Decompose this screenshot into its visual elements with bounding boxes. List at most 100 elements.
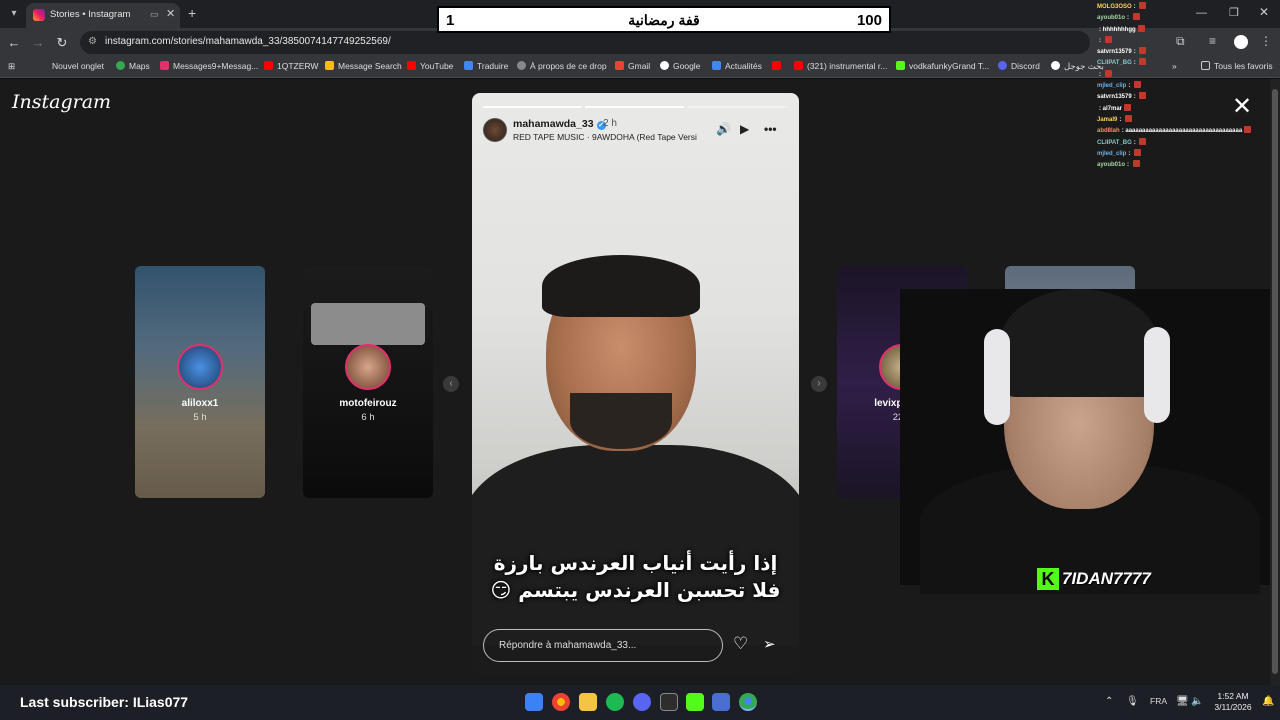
- story-username: mahamawda_33: [513, 118, 594, 130]
- chat-username: abd8lah: [1097, 128, 1120, 135]
- next-story-arrow-icon[interactable]: ›: [811, 376, 827, 392]
- language-indicator[interactable]: FRA: [1150, 696, 1167, 706]
- bookmark-item[interactable]: Traduire: [464, 61, 508, 71]
- chat-message: satvrn13579:: [1097, 47, 1267, 58]
- chrome-active-icon[interactable]: [739, 693, 757, 711]
- kick-app-icon[interactable]: [686, 693, 704, 711]
- like-heart-icon[interactable]: ♡: [733, 634, 748, 654]
- bookmark-item[interactable]: Google: [660, 61, 700, 71]
- file-explorer-icon[interactable]: [579, 693, 597, 711]
- story-preview-motofeirouz[interactable]: motofeirouz 6 h: [303, 266, 433, 498]
- counter-target: 100: [856, 12, 882, 29]
- site-info-icon[interactable]: ⚙: [88, 36, 97, 47]
- url-text: instagram.com/stories/mahamawda_33/38500…: [105, 36, 391, 47]
- chrome-icon[interactable]: [552, 693, 570, 711]
- bookmark-item[interactable]: بحث جوجل: [1051, 61, 1104, 72]
- chat-badge-icon: [1139, 92, 1147, 100]
- story-preview-aliloxx1[interactable]: aliloxx1 5 h: [135, 266, 265, 498]
- active-story[interactable]: mahamawda_33 ✓ 2 h RED TAPE MUSIC · 9AWDO…: [472, 93, 799, 675]
- translate-icon: [464, 61, 473, 70]
- obs-icon[interactable]: [660, 693, 678, 711]
- bookmark-label: Traduire: [477, 61, 509, 71]
- spotify-icon[interactable]: [606, 693, 624, 711]
- scrollbar-thumb[interactable]: [1272, 89, 1278, 674]
- bookmark-item[interactable]: À propos de ce drop: [517, 61, 607, 71]
- chat-message: MOLG3OSO:: [1097, 2, 1267, 13]
- story-posted-time: 2 h: [603, 118, 617, 129]
- taskbar-clock[interactable]: 1:52 AM 3/11/2026: [1208, 691, 1258, 713]
- back-icon[interactable]: ←: [5, 34, 23, 52]
- network-icon[interactable]: 🖥: [1176, 696, 1189, 707]
- tab-search-icon[interactable]: ▾: [6, 6, 22, 22]
- chat-username: MOLG3OSO: [1097, 4, 1132, 10]
- chat-username: satvrn13579: [1097, 94, 1132, 101]
- forward-icon[interactable]: →: [29, 34, 47, 52]
- chat-badge-icon: [1137, 24, 1145, 32]
- story-time: 6 h: [361, 412, 375, 423]
- chat-message: CLIIPAT_BG:: [1097, 58, 1267, 69]
- kick-icon: [896, 61, 905, 70]
- chat-text: al7mar: [1102, 105, 1123, 112]
- reply-input[interactable]: Répondre à mahamawda_33...: [483, 629, 723, 662]
- bookmark-item[interactable]: Nouvel onglet: [52, 61, 104, 71]
- windows-taskbar: Last subscriber: ILias077 ⌃ 🎙 FRA 🖥 🔈 1:…: [0, 685, 1280, 720]
- chat-badge-icon: [1124, 103, 1132, 111]
- app-icon[interactable]: [712, 693, 730, 711]
- more-options-icon[interactable]: •••: [764, 122, 777, 136]
- new-tab-icon[interactable]: +: [188, 5, 196, 21]
- clock-date: 3/11/2026: [1214, 702, 1252, 712]
- bookmark-item[interactable]: Messages9+Messag...: [160, 61, 258, 71]
- gmail-icon: [615, 61, 624, 70]
- send-icon[interactable]: ➢: [763, 635, 776, 653]
- chat-message: abd8lah: aaaaaaaaaaaaaaaaaaaaaaaaaaaaaaa…: [1097, 126, 1267, 137]
- chat-username: Jamal9: [1097, 116, 1118, 123]
- previous-story-arrow-icon[interactable]: ‹: [443, 376, 459, 392]
- chat-badge-icon: [1132, 13, 1140, 21]
- bookmark-item[interactable]: Maps: [116, 61, 150, 71]
- bookmark-label: vodkafunkyGrand T...: [909, 61, 990, 71]
- chat-badge-icon: [1134, 148, 1142, 156]
- bookmark-item[interactable]: Discord: [998, 61, 1040, 71]
- url-omnibox[interactable]: ⚙ instagram.com/stories/mahamawda_33/385…: [80, 31, 1090, 54]
- chat-message: mjled_clip:: [1097, 81, 1267, 92]
- bookmark-label: Gmail: [628, 61, 651, 71]
- story-author[interactable]: mahamawda_33 ✓: [513, 118, 606, 130]
- mute-icon[interactable]: 🔊: [716, 122, 731, 136]
- story-caption-line2: فلا تحسبن العرندس يبتسم 😏: [490, 578, 781, 602]
- chat-badge-icon: [1139, 137, 1147, 145]
- bookmark-item[interactable]: [772, 61, 785, 71]
- microphone-icon[interactable]: 🎙: [1126, 696, 1139, 707]
- bookmark-item[interactable]: Actualités: [712, 61, 762, 71]
- bookmark-item[interactable]: Gmail: [615, 61, 650, 71]
- chat-message: : al7mar: [1097, 103, 1267, 115]
- chat-text: aaaaaaaaaaaaaaaaaaaaaaaaaaaaaaaaaaa: [1125, 128, 1243, 135]
- discord-icon: [998, 61, 1007, 70]
- story-author-avatar[interactable]: [483, 118, 507, 142]
- page-scrollbar[interactable]: [1270, 79, 1280, 685]
- photo-beard: [570, 393, 672, 449]
- clock-time: 1:52 AM: [1217, 691, 1249, 701]
- instagram-logo[interactable]: Instagram: [12, 91, 111, 113]
- streamer-name: 7IDAN7777: [1062, 569, 1151, 588]
- story-music-label[interactable]: RED TAPE MUSIC · 9AWDOHA (Red Tape Versi: [513, 132, 708, 142]
- chat-message: mjled_clip:: [1097, 148, 1267, 160]
- start-icon[interactable]: [525, 693, 543, 711]
- chat-badge-icon: [1244, 126, 1252, 134]
- reload-icon[interactable]: ↻: [53, 34, 71, 52]
- bookmark-item[interactable]: vodkafunkyGrand T...: [896, 61, 989, 71]
- bookmark-item[interactable]: Message Search: [325, 61, 402, 71]
- bookmark-item[interactable]: YouTube: [407, 61, 453, 71]
- volume-icon[interactable]: 🔈: [1191, 696, 1203, 707]
- tab-close-icon[interactable]: ✕: [166, 7, 175, 20]
- reply-placeholder: Répondre à mahamawda_33...: [499, 640, 637, 651]
- bookmark-label: Nouvel onglet: [52, 61, 104, 71]
- tray-chevron-icon[interactable]: ⌃: [1105, 696, 1113, 707]
- play-icon[interactable]: ▶: [740, 122, 749, 136]
- bookmark-item[interactable]: (321) instrumental r...: [794, 61, 887, 71]
- kick-logo-icon: K: [1037, 568, 1059, 590]
- tab-instagram[interactable]: Stories • Instagram ▭ ✕: [26, 3, 180, 28]
- apps-grid-icon[interactable]: ⊞: [8, 61, 15, 72]
- bookmark-item[interactable]: 1QTZERW: [264, 61, 318, 71]
- discord-icon[interactable]: [633, 693, 651, 711]
- notifications-icon[interactable]: 🔔: [1262, 696, 1274, 707]
